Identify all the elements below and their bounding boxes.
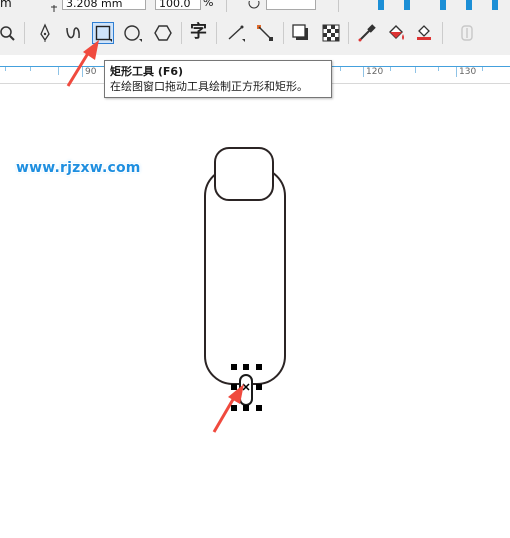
rectangle-tool-tooltip: 矩形工具 (F6) 在绘图窗口拖动工具绘制正方形和矩形。 [104,60,332,98]
ruler-tick [30,67,31,71]
ruler-tick [482,67,483,71]
transparency-tool[interactable] [320,22,342,44]
paint-bucket-icon [389,25,404,40]
text-tool[interactable]: 字 [189,22,211,44]
polygon-tool[interactable] [152,22,174,44]
smart-fill-tool[interactable] [413,22,435,44]
toolbar-separator-3 [216,22,217,44]
connector-tool[interactable] [225,22,247,44]
tooltip-description: 在绘图窗口拖动工具绘制正方形和矩形。 [110,80,308,93]
ruler-tick [438,67,439,71]
drop-shadow-tool[interactable] [290,22,312,44]
property-bar: m 3.208 mm 100.0 % [0,0,510,12]
magnifier-icon [0,26,15,41]
zoom-tool[interactable] [0,22,19,44]
ellipse-tool[interactable] [122,22,144,44]
disabled-tool-icon [461,25,473,41]
ruler-tick [58,67,59,75]
eyedropper-tool[interactable] [356,22,378,44]
corner-scallop-icon[interactable] [466,0,472,10]
mirror-vertical-icon[interactable] [404,0,410,10]
ruler-tick [363,67,364,77]
site-watermark: www.rjzxw.com [16,160,141,176]
scale-field[interactable]: 100.0 [155,0,201,10]
corner-chamfer-icon[interactable] [492,0,498,10]
disabled-tool [456,22,478,44]
toolbar-separator-5 [348,22,349,44]
toolbar-separator-2 [181,22,182,44]
ruler-tick [5,67,6,71]
mirror-icon[interactable] [378,0,384,10]
connector-line-icon [228,25,245,42]
smart-fill-icon [417,25,431,40]
pen-nib-icon [40,23,50,42]
rotation-field[interactable] [266,0,316,10]
dimension-tool[interactable] [254,22,276,44]
text-glyph-icon: 字 [190,22,207,42]
ruler-tick [390,67,391,71]
fill-tool[interactable] [385,22,407,44]
object-height-field[interactable]: 3.208 mm [62,0,146,10]
annotation-arrow-icon [66,40,99,87]
tooltip-title: 矩形工具 (F6) [110,65,184,78]
topbar-separator-2 [338,0,339,12]
ruler-tick [415,67,416,73]
toolbar-separator [24,22,25,44]
checkerboard-icon [322,24,340,42]
dimension-line-icon [257,25,273,41]
percent-label: % [203,0,214,9]
annotation-arrow-icon [212,384,244,433]
pen-tool[interactable] [34,22,56,44]
topbar-separator [226,0,227,12]
canvas-shapes [204,147,286,411]
unit-fragment: m [0,0,12,10]
ellipse-icon [124,25,142,42]
toolbar-separator-6 [442,22,443,44]
drop-shadow-icon [292,24,308,40]
ruler-label: 120 [366,67,384,77]
height-lock-icon [50,0,58,12]
drawing-canvas[interactable] [0,84,510,534]
rotation-icon [248,0,260,12]
eyedropper-icon [358,24,376,42]
cap-rounded-rectangle[interactable] [214,147,274,201]
ruler-tick [456,67,457,77]
ruler-label: 130 [459,67,477,77]
hexagon-icon [154,25,172,41]
corner-round-icon[interactable] [440,0,446,10]
ruler-tick [340,67,341,71]
toolbar-separator-4 [283,22,284,44]
